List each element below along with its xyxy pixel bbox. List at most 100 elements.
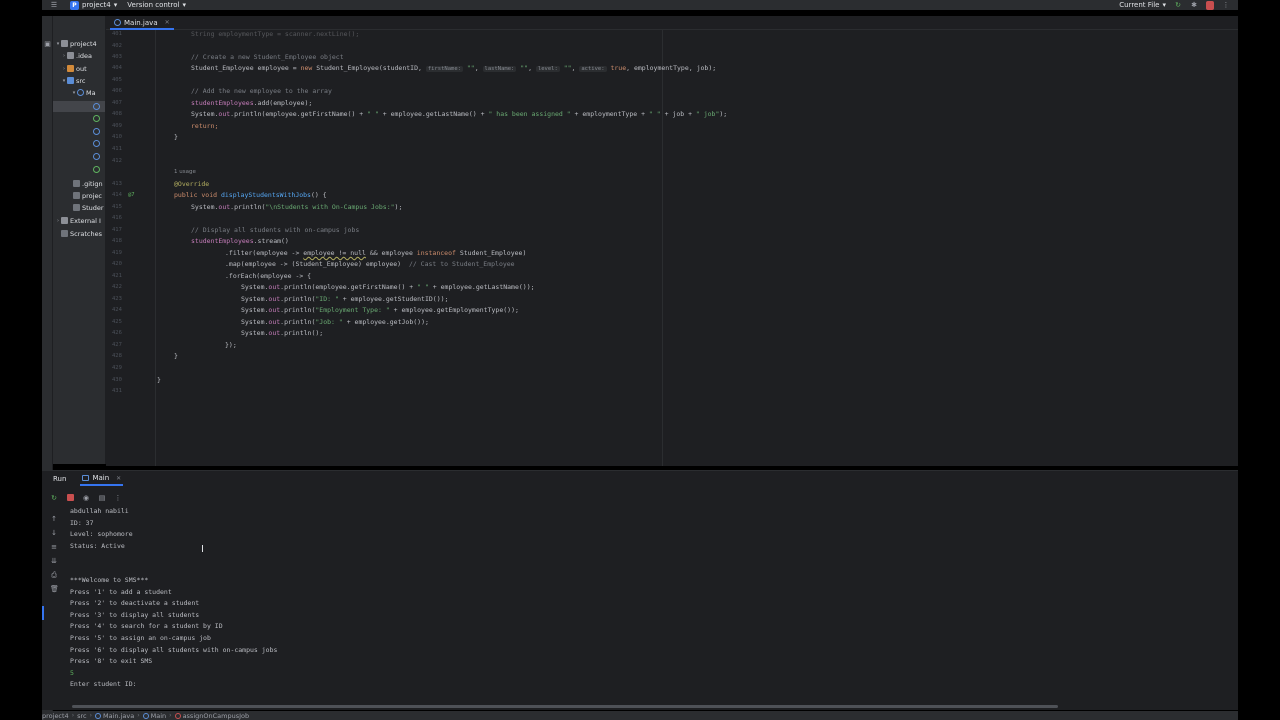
code-line: studentEmployees.add(employee); [191,99,313,107]
project-badge: P [70,0,79,10]
scroll-to-end-icon[interactable]: ⇊ [50,557,58,565]
line-number: 415 [112,204,122,210]
arrow-down-icon[interactable]: ↓ [50,529,58,537]
usage-hint[interactable]: 1 usage [174,169,196,175]
tree-row-project4[interactable]: ▾ project4 [53,38,105,49]
tree-row-external-libraries[interactable]: › External I [53,215,105,226]
file-icon [73,192,80,199]
chevron-down-icon: ▾ [113,1,118,9]
tab-run-main[interactable]: Main ✕ [80,472,124,486]
override-marker-icon[interactable]: @7 [128,192,135,198]
tree-row-class-6[interactable] [53,164,105,175]
line-number: 425 [112,319,122,325]
project-tool-icon[interactable]: ▣ [43,40,52,49]
code-line: System.out.println("\nStudents with On-C… [191,203,403,211]
debug-icon[interactable]: ✱ [1190,1,1198,9]
chevron-down-icon: ▾ [1162,1,1166,9]
chevron-right-icon: › [137,712,140,719]
tab-main-java[interactable]: Main.java ✕ [110,17,174,30]
line-number: 421 [112,273,122,279]
tree-row-student-file[interactable]: Studer [53,202,105,213]
code-line: return; [191,122,219,130]
restore-layout-icon[interactable]: ▤ [98,494,106,502]
breadcrumb-label: assignOnCampusJob [182,711,250,720]
tree-row-scratches[interactable]: Scratches [53,228,105,239]
rerun-icon[interactable]: ↻ [50,494,58,502]
code-line: @Override [174,180,210,188]
more-options-icon[interactable]: ⋮ [114,494,122,502]
tree-row-gitignore[interactable]: .gitign [53,178,105,189]
tree-row-class-5[interactable] [53,151,105,162]
breadcrumb-method[interactable]: assignOnCampusJob [174,711,250,720]
breadcrumb-project[interactable]: project4 [42,712,69,720]
project-panel: ▾ project4 › .idea › out ▾ src ▾ Ma .git… [53,16,106,464]
java-class-icon [142,712,149,719]
breadcrumb-label: Main.java [103,711,135,720]
tree-row-src[interactable]: ▾ src [53,75,105,86]
stop-icon[interactable] [1206,0,1214,10]
tree-row-main-package[interactable]: ▾ Ma [53,87,105,98]
breadcrumb-label: src [77,711,87,720]
camera-icon[interactable]: ◉ [82,494,90,502]
line-number: 429 [112,365,122,371]
more-options-icon[interactable]: ⋮ [1222,1,1230,9]
java-class-icon [93,103,100,110]
tree-row-out[interactable]: › out [53,63,105,74]
console-line: ***Welcome to SMS*** [70,576,149,584]
close-icon[interactable]: ✕ [116,475,121,482]
line-number: 404 [112,65,122,71]
line-number: 422 [112,284,122,290]
run-config-selector[interactable]: Current File ▾ [1119,1,1166,9]
run-panel-title[interactable]: Run [53,475,66,483]
scratch-icon [61,230,68,237]
code-line: // Add the new employee to the array [191,87,332,95]
tree-label: projec [82,191,103,200]
right-margin-guide [662,30,663,466]
vcs-label: Version control [127,1,180,9]
tree-label: src [76,76,86,85]
run-side-toolbar: ↑ ↓ ≡ ⇊ ⎙ 🗑 [42,511,66,707]
run-panel: Run Main ✕ ↻ ◉ ▤ ⋮ ↑ ↓ ≡ ⇊ ⎙ 🗑 abdullah … [42,470,1238,710]
arrow-up-icon[interactable]: ↑ [50,515,58,523]
tree-row-idea[interactable]: › .idea [53,50,105,61]
code-line: // Display all students with on-campus j… [191,226,360,234]
chevron-right-icon: › [89,712,93,719]
line-number: 414 [112,192,122,198]
line-number: 417 [112,227,122,233]
close-icon[interactable]: ✕ [165,19,170,26]
console-output[interactable]: abdullah nabili ID: 37 Level: sophomore … [70,507,1230,707]
run-toolbar: ↻ ◉ ▤ ⋮ [42,491,1238,505]
code-editor[interactable]: 401 402 403 404 405 406 407 408 409 410 411 412 413 4… [106,30,1238,466]
tree-row-class-4[interactable] [53,138,105,149]
tree-label: project4 [70,39,97,48]
line-number: 420 [112,261,122,267]
code-line: }); [225,341,237,349]
java-class-icon [77,89,84,96]
console-line: Press '1' to add a student [70,588,172,596]
tree-row-class-1[interactable] [53,101,105,112]
line-number-gutter: 401 402 403 404 405 406 407 408 409 410 411 412 413 4… [106,30,156,466]
trash-icon[interactable]: 🗑 [50,585,59,593]
print-icon[interactable]: ⎙ [50,571,58,579]
tree-label: Studer [82,203,104,212]
project-switcher[interactable]: P project4 ▾ [70,0,118,10]
tree-row-class-3[interactable] [53,126,105,137]
tree-row-project-file[interactable]: projec [53,190,105,201]
stop-icon[interactable] [66,494,74,502]
breadcrumb-class[interactable]: Main [142,712,166,720]
code-line: } [174,352,178,360]
soft-wrap-icon[interactable]: ≡ [50,543,58,551]
folder-blue-icon [67,77,74,84]
breadcrumb-file[interactable]: Main.java [95,712,134,720]
line-number: 430 [112,377,122,383]
hamburger-menu-icon[interactable]: ☰ [50,1,58,9]
breadcrumb-src[interactable]: src [77,712,87,720]
code-line: .filter(employee -> employee != null && … [225,249,527,257]
code-line: public void displayStudentsWithJobs() { [174,191,327,199]
code-line: System.out.println(); [241,329,324,337]
rerun-icon[interactable]: ↻ [1174,1,1182,9]
console-horizontal-scrollbar[interactable] [72,705,1058,708]
vcs-menu[interactable]: Version control ▾ [127,1,186,9]
tree-row-class-2[interactable] [53,113,105,124]
line-number: 431 [112,388,122,394]
